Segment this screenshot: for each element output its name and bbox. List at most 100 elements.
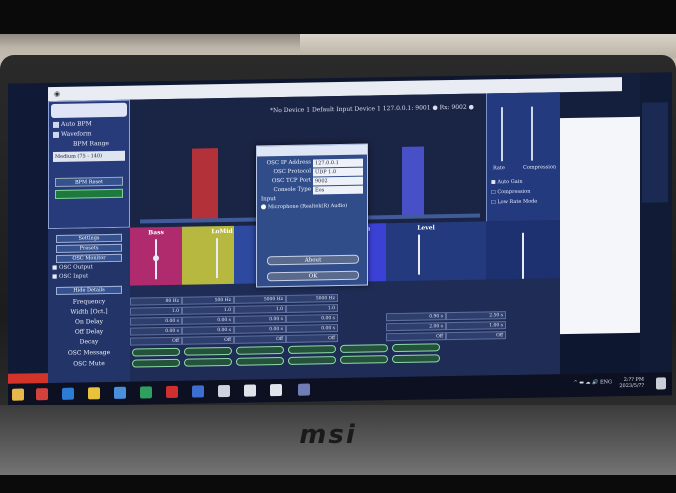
gear-icon[interactable] [244, 384, 256, 397]
on-delay-cell[interactable]: 2.50 s [446, 311, 506, 321]
off-delay-cell[interactable]: 0.00 s [130, 326, 182, 336]
laptop-screen: ◉ Auto BPM Waveform BPM Range Medium (75… [8, 72, 672, 407]
osc-monitor-button[interactable]: OSC Monitor [56, 253, 122, 263]
input-option-microphone[interactable]: Microphone (Realtek(R) Audio) [257, 203, 367, 214]
store-icon[interactable] [114, 386, 126, 399]
off-delay-cell[interactable]: 0.00 s [182, 325, 234, 335]
status-line: *No Device 1 Default Input Device 1 127.… [270, 103, 474, 115]
osc-input-toggle[interactable]: ■ OSC Input [48, 273, 130, 283]
osc-mute-toggle[interactable] [392, 354, 440, 364]
compression-label: Compression [523, 164, 557, 171]
bpm-reset-toggle[interactable] [55, 188, 123, 199]
off-delay-cell[interactable]: 0.00 s [286, 324, 338, 333]
output-slider[interactable] [522, 232, 524, 279]
width-cell[interactable]: 1.0 [182, 305, 234, 315]
radio-icon[interactable] [261, 204, 266, 210]
channel-bass: Bass [130, 226, 182, 286]
youtube-icon[interactable] [166, 385, 178, 399]
high-level-bar [402, 146, 424, 217]
osc-message-toggle[interactable] [132, 347, 180, 357]
osc-mute-toggle[interactable] [132, 358, 180, 368]
date-text: 2023/5/?? [619, 382, 644, 390]
width-cell[interactable]: 1.0 [234, 304, 286, 314]
level-slider[interactable] [418, 234, 420, 275]
edge-icon[interactable] [62, 387, 74, 400]
osc-message-toggle[interactable] [288, 345, 336, 354]
low-rate-checkbox[interactable]: □ Low Rate Mode [491, 199, 537, 206]
compression-checkbox[interactable]: □ Compression [491, 189, 530, 196]
language-indicator[interactable]: ENG [600, 379, 612, 385]
bpm-range-select[interactable]: Medium (75 - 140) [53, 150, 125, 163]
on-delay-cell[interactable]: 0.90 s [386, 312, 446, 322]
bass-level-bar [192, 148, 218, 221]
decay-cell[interactable]: Off [446, 331, 506, 341]
decay-cell[interactable]: Off [286, 334, 338, 343]
osc-message-toggle[interactable] [392, 343, 440, 353]
osc-tcp-input[interactable]: 9002 [313, 176, 363, 186]
freq-cell[interactable]: 5000 Hz [286, 294, 338, 303]
desktop-item[interactable] [10, 223, 44, 234]
osc-message-toggle[interactable] [236, 345, 284, 355]
app-icon-green[interactable] [140, 386, 152, 399]
decay-cell[interactable]: Off [182, 335, 234, 345]
camera-icon[interactable] [218, 384, 230, 398]
freq-cell[interactable]: 80 Hz [130, 296, 182, 306]
desktop-item[interactable] [10, 175, 44, 186]
osc-protocol-select[interactable]: UDP 1.0 [313, 167, 363, 177]
on-delay-cell[interactable]: 0.00 s [182, 315, 234, 325]
about-button[interactable]: About [267, 254, 359, 266]
osc-protocol-label: OSC Protocol [273, 168, 311, 176]
freq-cell[interactable]: 5000 Hz [234, 294, 286, 304]
desktop-left-strip [8, 83, 48, 407]
osc-message-toggle[interactable] [184, 346, 232, 356]
rate-label: Rate [493, 165, 505, 172]
osc-mute-toggle[interactable] [340, 355, 388, 364]
notification-icon[interactable] [656, 377, 666, 390]
chat-icon[interactable] [270, 384, 282, 397]
bass-knob[interactable] [153, 255, 159, 262]
on-delay-cell[interactable]: 0.00 s [130, 316, 182, 326]
compression-slider[interactable] [531, 106, 533, 161]
off-delay-cell[interactable]: 0.00 s [234, 324, 286, 334]
system-tray[interactable]: ^ ▬ ☁ 🔊 ENG [573, 379, 612, 386]
mini-panel [642, 102, 668, 203]
console-type-select[interactable]: Eos [313, 185, 363, 195]
presets-button[interactable]: Presets [56, 243, 122, 253]
on-delay-cell[interactable]: 0.00 s [234, 314, 286, 324]
freq-cell[interactable]: 500 Hz [182, 295, 234, 305]
active-app-icon[interactable] [298, 383, 310, 396]
file-explorer-icon[interactable] [12, 388, 24, 401]
app-window: ◉ Auto BPM Waveform BPM Range Medium (75… [48, 77, 622, 384]
osc-mute-toggle[interactable] [184, 357, 232, 367]
off-delay-cell[interactable]: 1.00 s [446, 321, 506, 331]
app-icon: ◉ [54, 89, 61, 98]
decay-cell[interactable]: Off [234, 334, 286, 344]
osc-message-toggle[interactable] [340, 344, 388, 353]
decay-cell[interactable]: Off [386, 332, 446, 342]
osc-ip-input[interactable]: 127.0.0.1 [313, 158, 363, 168]
bpm-reset-button[interactable]: BPM Reset [55, 176, 123, 187]
on-delay-cell[interactable]: 0.00 s [286, 314, 338, 323]
lowmid-slider[interactable] [216, 238, 218, 279]
auto-gain-checkbox[interactable]: ■ Auto Gain [491, 179, 523, 186]
decay-cell[interactable]: Off [130, 336, 182, 346]
checkbox-icon[interactable] [53, 131, 59, 138]
chrome-icon[interactable] [88, 387, 100, 400]
osc-mute-toggle[interactable] [288, 356, 336, 365]
bottom-letterbox [0, 475, 676, 493]
off-delay-cell[interactable]: 2.00 s [386, 322, 446, 332]
mail-icon[interactable] [192, 385, 204, 398]
rate-slider[interactable] [501, 107, 503, 162]
clock[interactable]: 2:?? PM 2023/5/?? [619, 377, 644, 389]
width-cell[interactable]: 1.0 [130, 306, 182, 316]
app-icon-red[interactable] [36, 388, 48, 401]
settings-button[interactable]: Settings [56, 233, 122, 243]
width-cell[interactable]: 1.0 [286, 304, 338, 313]
channel-level: Level [386, 221, 486, 282]
checkbox-icon[interactable] [53, 121, 59, 128]
side-document-panel [560, 116, 640, 335]
ok-button[interactable]: OK [267, 270, 359, 282]
osc-mute-toggle[interactable] [236, 356, 284, 366]
osc-message-label: OSC Message [67, 349, 111, 357]
hide-details-button[interactable]: Hide Details [56, 285, 122, 295]
